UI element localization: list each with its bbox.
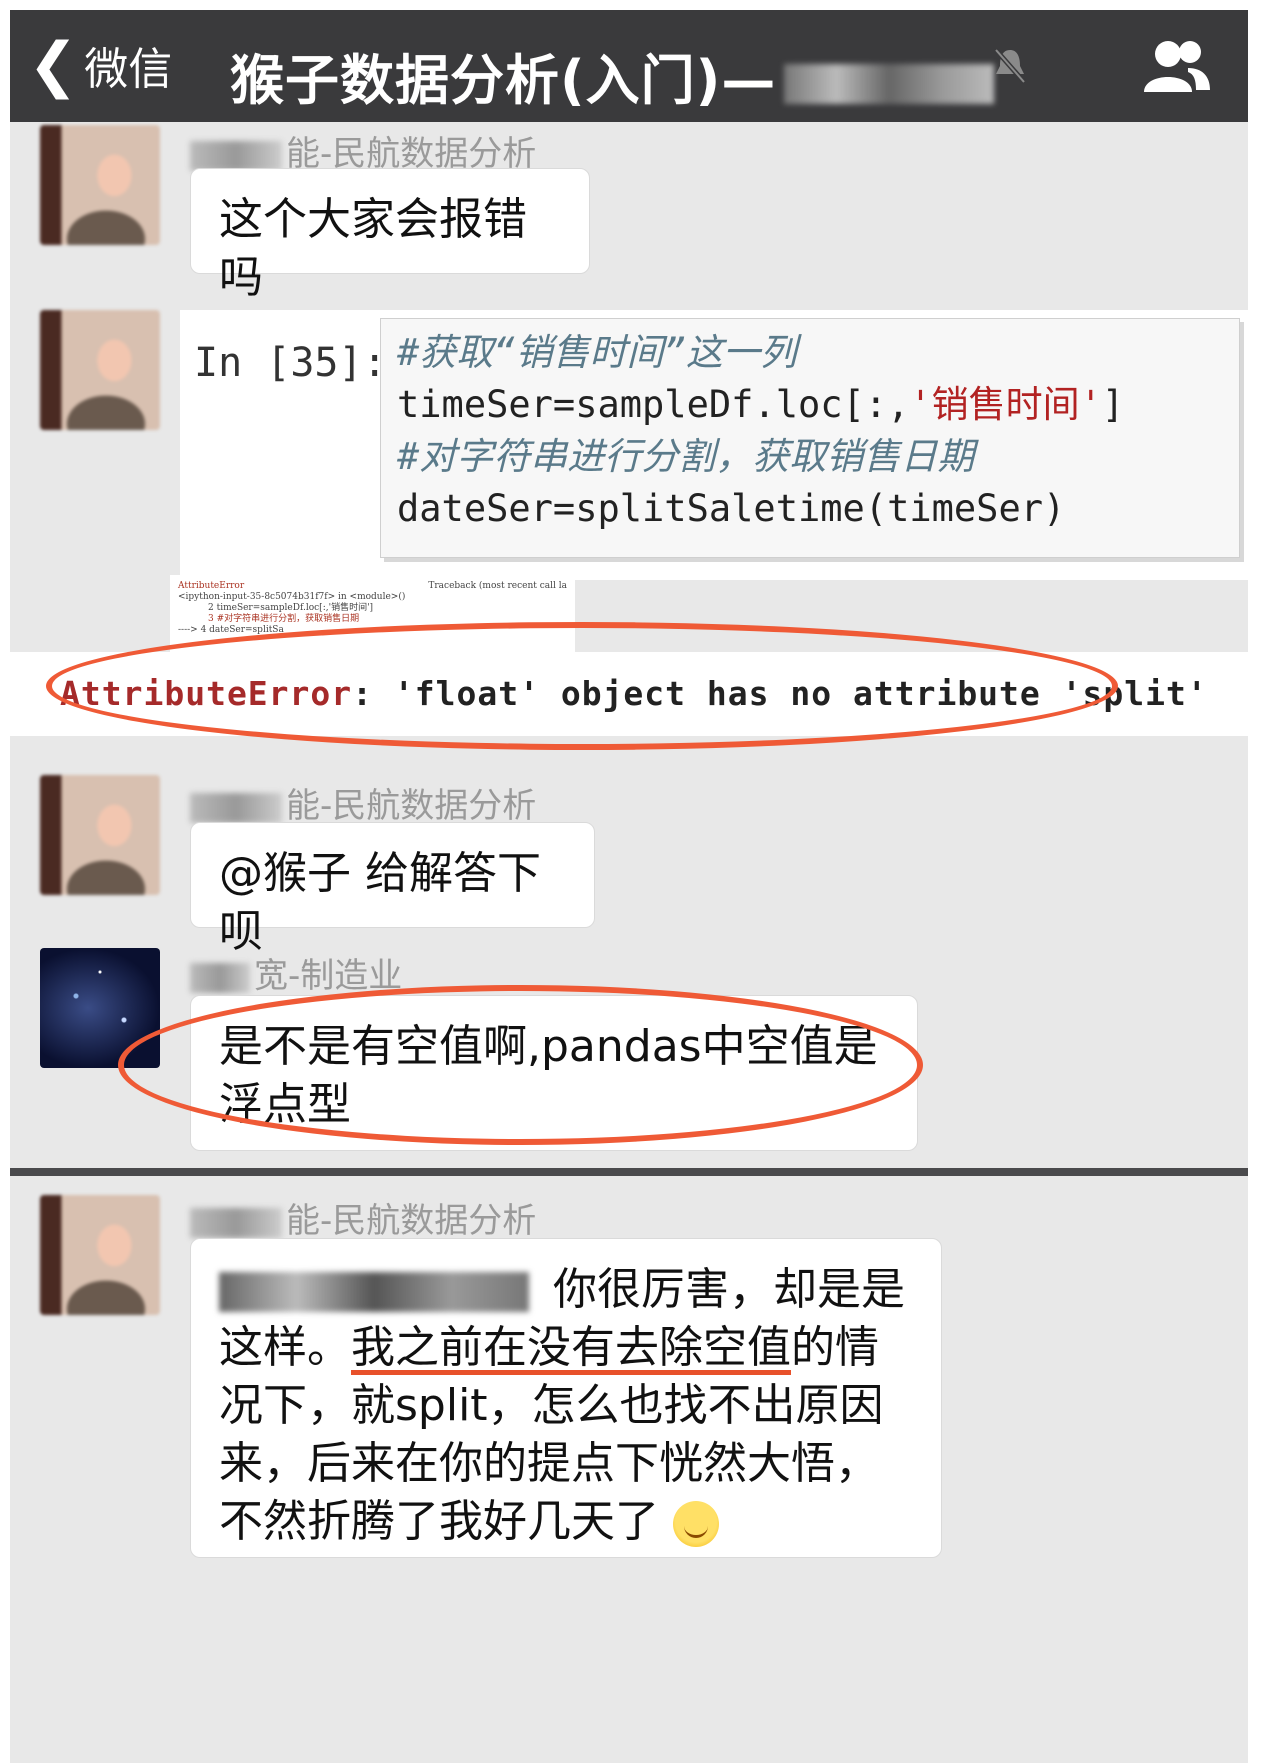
blurred-name — [190, 140, 282, 171]
code-line: timeSer=sampleDf.loc[:,'销售时间'] — [397, 383, 1125, 426]
sender-name: 能-民航数据分析 — [190, 778, 536, 827]
blurred-name — [190, 792, 282, 823]
group-icon[interactable] — [1142, 38, 1212, 94]
highlight-ellipse — [118, 985, 923, 1145]
message-bubble[interactable]: 你很厉害，却是是这样。我之前在没有去除空值的情况下，就split，怎么也找不出原… — [190, 1238, 942, 1558]
smiley-emoji-icon — [673, 1501, 719, 1547]
chat-window: ❮ 微信 猴子数据分析(入门)— 能-民航数据分析 这个大家会报错吗 In [3… — [10, 10, 1248, 1763]
avatar[interactable] — [40, 125, 160, 245]
code-comment: #获取“销售时间”这一列 — [397, 331, 797, 374]
chat-title-text: 猴子数据分析(入门)— — [230, 49, 777, 112]
avatar[interactable] — [40, 1195, 160, 1315]
code-comment: #对字符串进行分割，获取销售日期 — [397, 435, 975, 478]
blurred-title-suffix — [784, 64, 995, 105]
back-label: 微信 — [84, 44, 173, 95]
chevron-left-icon: ❮ — [28, 30, 79, 100]
message-text: 这个大家会报错吗 — [219, 194, 527, 303]
cell-prompt: In [35]: — [194, 340, 387, 386]
message-text: @猴子 给解答下呗 — [219, 848, 541, 957]
blurred-name — [190, 962, 250, 993]
sender-name: 能-民航数据分析 — [190, 1193, 536, 1242]
code-cell: #获取“销售时间”这一列 timeSer=sampleDf.loc[:,'销售时… — [380, 318, 1240, 558]
mute-icon — [994, 48, 1026, 84]
code-screenshot[interactable]: In [35]: #获取“销售时间”这一列 timeSer=sampleDf.l… — [180, 310, 1248, 580]
underlined-text: 我之前在没有去除空值 — [351, 1322, 791, 1373]
blurred-name — [190, 1207, 282, 1238]
blurred-mention — [219, 1272, 529, 1312]
code-line: dateSer=splitSaletime(timeSer) — [397, 487, 1066, 530]
avatar[interactable] — [40, 775, 160, 895]
nav-bar: ❮ 微信 猴子数据分析(入门)— — [10, 10, 1248, 122]
message-bubble[interactable]: @猴子 给解答下呗 — [190, 822, 595, 957]
back-button[interactable]: ❮ 微信 — [28, 30, 172, 100]
avatar[interactable] — [40, 310, 160, 430]
chat-title: 猴子数据分析(入门)— — [230, 36, 995, 115]
message-bubble[interactable]: 这个大家会报错吗 — [190, 168, 590, 303]
divider — [10, 1168, 1248, 1176]
sender-name: 宽-制造业 — [190, 948, 402, 997]
highlight-ellipse — [46, 622, 1118, 750]
